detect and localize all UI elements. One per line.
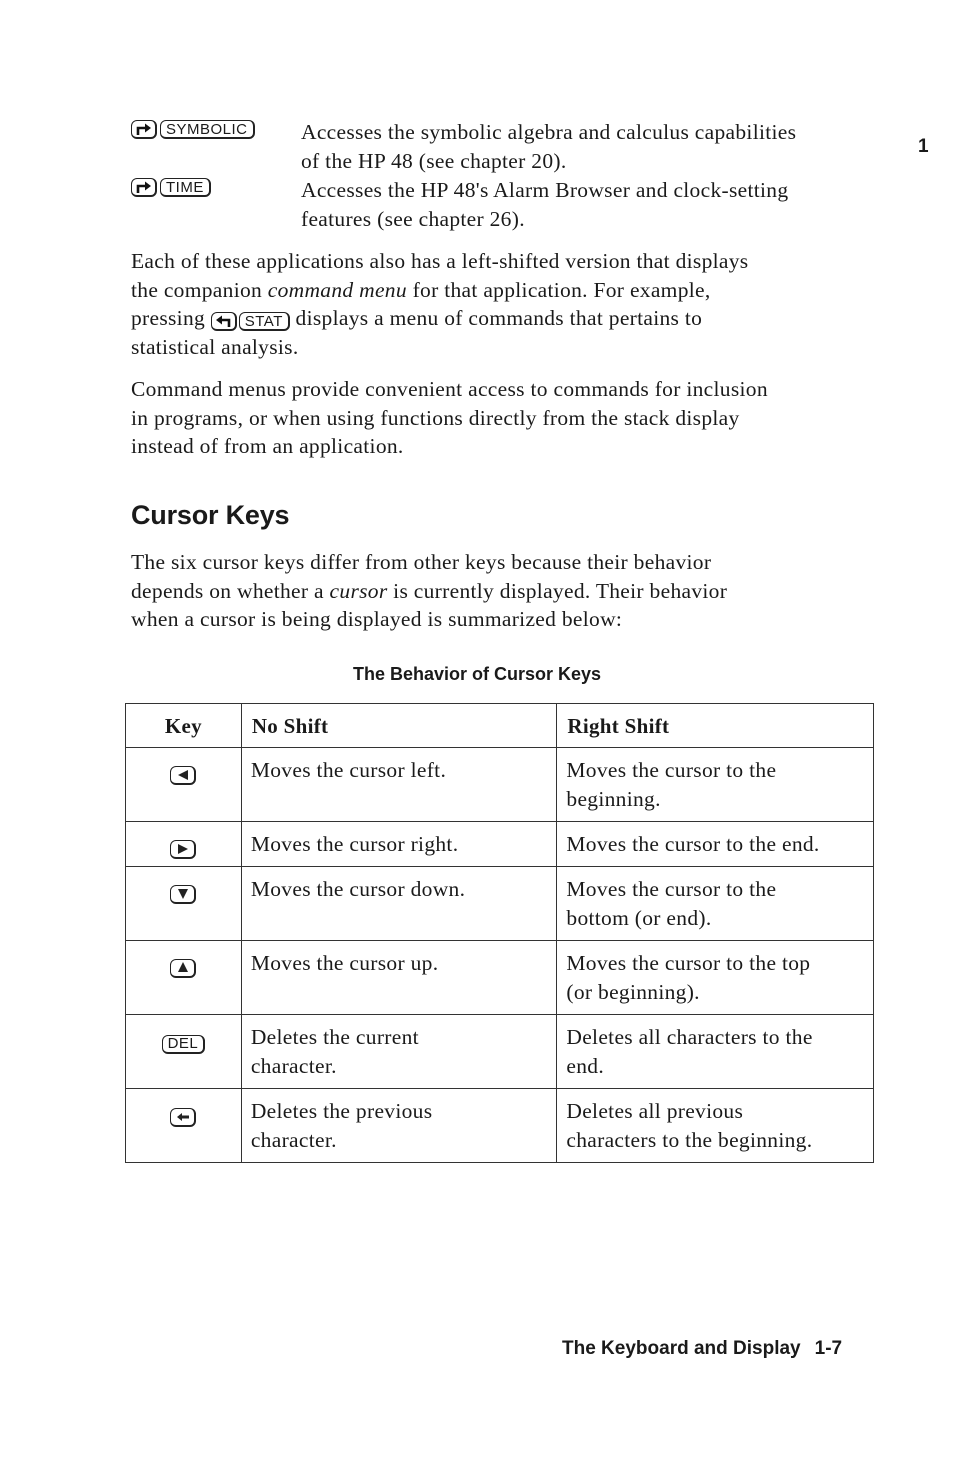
- right-shift-text: characters to the beginning.: [566, 1127, 813, 1152]
- page-footer: The Keyboard and Display 1-7: [562, 1338, 842, 1360]
- paragraph-line: The six cursor keys differ from other ke…: [131, 550, 712, 574]
- paragraph-line: the companion command menu for that appl…: [131, 276, 891, 305]
- paragraph-applications: Each of these applications also has a le…: [131, 247, 891, 361]
- no-shift-text: Deletes the previous: [250, 1099, 433, 1123]
- text: depends on whether a: [131, 578, 330, 603]
- paragraph-line: when a cursor is being displayed is summ…: [131, 607, 623, 631]
- symbolic-key: SYMBOLIC: [160, 120, 255, 139]
- key-combo: TIME: [131, 178, 211, 197]
- right-shift-text: Moves the cursor to the end.: [566, 832, 820, 856]
- emphasis-command-menu: command menu: [267, 277, 407, 302]
- table-row: DEL Deletes the current character. Delete…: [125, 1014, 874, 1089]
- text: is currently displayed. Their behavior: [387, 578, 728, 603]
- del-key-icon: DEL: [161, 1034, 206, 1054]
- definition-line: of the HP 48 (see chapter 20).: [301, 149, 567, 173]
- right-arrow-key-icon: [170, 840, 197, 859]
- paragraph-line: Each of these applications also has a le…: [131, 249, 749, 273]
- paragraph-line: Command menus provide convenient access …: [131, 377, 768, 401]
- right-shift-text: Moves the cursor to the: [566, 758, 777, 782]
- paragraph-line: pressing STAT displays a menu of command…: [131, 304, 891, 333]
- no-shift-text: Deletes the current: [250, 1025, 419, 1049]
- definition-line: Accesses the symbolic algebra and calcul…: [301, 120, 797, 144]
- key-combo: SYMBOLIC: [131, 120, 255, 139]
- no-shift-text: character.: [250, 1127, 337, 1152]
- text: for that application. For example,: [406, 277, 711, 302]
- text: displays a menu of commands that pertain…: [289, 306, 703, 330]
- header-key: Key: [125, 703, 242, 748]
- up-arrow-key-icon: [170, 958, 197, 978]
- stat-key: STAT: [238, 312, 290, 331]
- no-shift-text: Moves the cursor left.: [250, 758, 447, 782]
- header-no-shift: No Shift: [240, 703, 558, 748]
- key-combo: STAT: [210, 312, 290, 331]
- table-row: Deletes the previous character. Deletes a…: [125, 1088, 874, 1163]
- time-key: TIME: [160, 178, 211, 197]
- right-shift-text: bottom (or end).: [566, 905, 712, 930]
- table-row: Moves the cursor down. Moves the cursor …: [125, 866, 874, 941]
- down-arrow-key-icon: [170, 884, 197, 904]
- chapter-tab: 1: [918, 136, 929, 157]
- no-shift-text: Moves the cursor right.: [250, 832, 459, 856]
- right-shift-icon: [131, 120, 157, 139]
- backspace-key-icon: [170, 1108, 197, 1127]
- emphasis-cursor: cursor: [329, 578, 388, 603]
- no-shift-text: Moves the cursor down.: [250, 877, 466, 901]
- right-shift-icon: [131, 178, 157, 197]
- paragraph-command-menus: Command menus provide convenient access …: [131, 375, 891, 461]
- header-right-shift: Right Shift: [556, 703, 874, 748]
- right-shift-text: end.: [566, 1053, 605, 1078]
- table-row: Moves the cursor right. Moves the cursor…: [125, 821, 874, 867]
- left-arrow-key-icon: [170, 766, 197, 785]
- section-heading: Cursor Keys: [131, 500, 290, 530]
- no-shift-text: Moves the cursor up.: [250, 951, 439, 975]
- paragraph-line: instead of from an application.: [131, 434, 404, 458]
- definition-line: features (see chapter 26).: [301, 207, 525, 231]
- text: the companion: [131, 277, 268, 302]
- cursor-keys-table: Key No Shift Right Shift Moves the curso…: [125, 703, 874, 1163]
- right-shift-text: beginning.: [566, 786, 661, 811]
- right-shift-text: (or beginning).: [566, 979, 700, 1004]
- right-shift-text: Deletes all characters to the: [566, 1025, 813, 1049]
- table-row: Moves the cursor left. Moves the cursor …: [125, 747, 874, 822]
- table-header-row: Key No Shift Right Shift: [125, 703, 874, 748]
- paragraph-line: statistical analysis.: [131, 334, 299, 359]
- page-number: 1-7: [814, 1338, 843, 1359]
- no-shift-text: character.: [250, 1053, 337, 1078]
- table-caption: The Behavior of Cursor Keys: [352, 664, 602, 684]
- paragraph-line: in programs, or when using functions dir…: [131, 405, 740, 430]
- paragraph-line: depends on whether a cursor is currently…: [131, 577, 891, 606]
- table-row: Moves the cursor up. Moves the cursor to…: [125, 940, 874, 1015]
- paragraph-cursor-keys: The six cursor keys differ from other ke…: [131, 548, 891, 634]
- left-shift-icon: [210, 312, 237, 331]
- definition-line: Accesses the HP 48's Alarm Browser and c…: [301, 178, 789, 202]
- right-shift-text: Deletes all previous: [566, 1099, 744, 1123]
- footer-title: The Keyboard and Display: [562, 1338, 801, 1359]
- text: pressing: [131, 306, 211, 330]
- right-shift-text: Moves the cursor to the: [566, 877, 777, 901]
- right-shift-text: Moves the cursor to the top: [566, 951, 811, 975]
